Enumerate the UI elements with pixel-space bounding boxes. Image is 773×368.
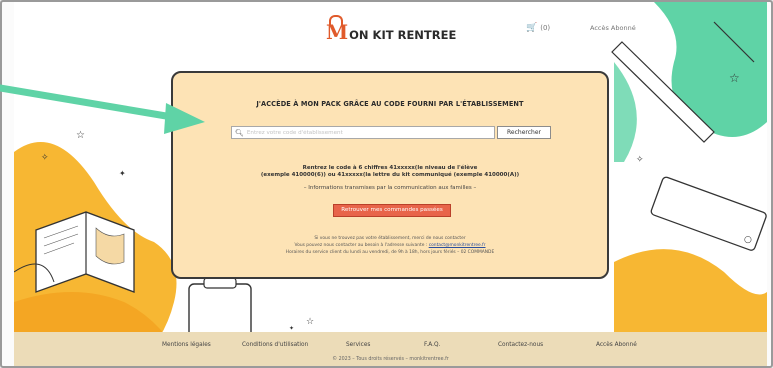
annotation-arrow [0, 84, 205, 134]
